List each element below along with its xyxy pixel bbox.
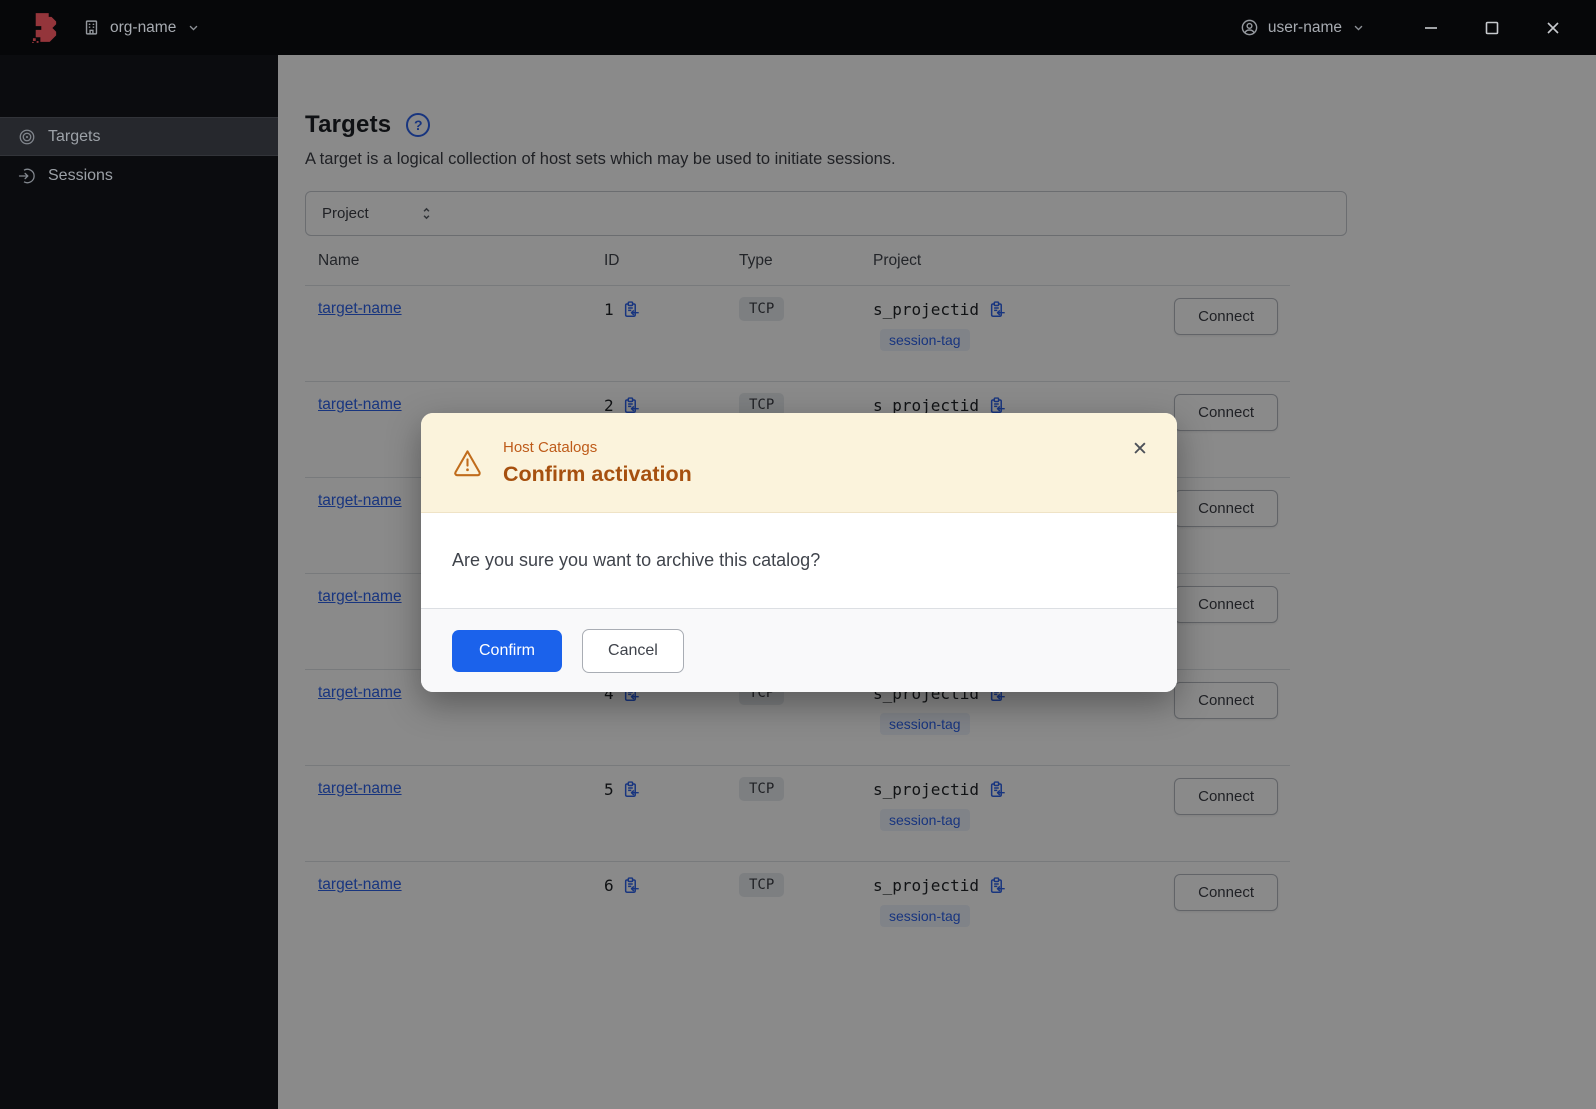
maximize-button[interactable] — [1485, 21, 1499, 35]
minimize-button[interactable] — [1424, 21, 1438, 35]
sidebar-item-label: Sessions — [48, 166, 113, 184]
close-icon[interactable]: ✕ — [1129, 439, 1151, 461]
org-name-label: org-name — [110, 18, 177, 36]
org-building-icon — [83, 19, 100, 36]
sidebar: Targets Sessions — [0, 55, 278, 1109]
dialog-title: Confirm activation — [503, 461, 692, 486]
cancel-button[interactable]: Cancel — [582, 628, 684, 673]
user-name-label: user-name — [1267, 18, 1342, 36]
dialog-footer: Confirm Cancel — [421, 608, 1177, 692]
close-window-button[interactable] — [1546, 21, 1560, 35]
sidebar-item-targets[interactable]: Targets — [0, 117, 278, 156]
dialog-header: Host Catalogs Confirm activation ✕ — [421, 413, 1177, 513]
dialog-tagline: Host Catalogs — [503, 438, 598, 456]
boundary-logo-icon — [32, 12, 57, 43]
session-arrow-icon — [18, 167, 36, 185]
titlebar: org-name user-name — [0, 0, 1596, 55]
sidebar-item-sessions[interactable]: Sessions — [0, 156, 278, 195]
window-controls — [1424, 21, 1560, 35]
org-picker[interactable]: org-name — [83, 19, 199, 37]
warning-triangle-icon — [452, 447, 483, 478]
chevron-down-icon — [1353, 22, 1364, 33]
dialog-question: Are you sure you want to archive this ca… — [452, 550, 821, 570]
user-menu[interactable]: user-name — [1240, 18, 1364, 37]
dialog-body: Are you sure you want to archive this ca… — [421, 513, 1177, 608]
user-circle-icon — [1240, 18, 1259, 37]
confirm-button[interactable]: Confirm — [452, 629, 563, 672]
confirm-activation-dialog: Host Catalogs Confirm activation ✕ Are y… — [421, 413, 1177, 692]
sidebar-item-label: Targets — [48, 127, 101, 145]
target-bullseye-icon — [18, 128, 36, 146]
chevron-down-icon — [188, 22, 199, 33]
